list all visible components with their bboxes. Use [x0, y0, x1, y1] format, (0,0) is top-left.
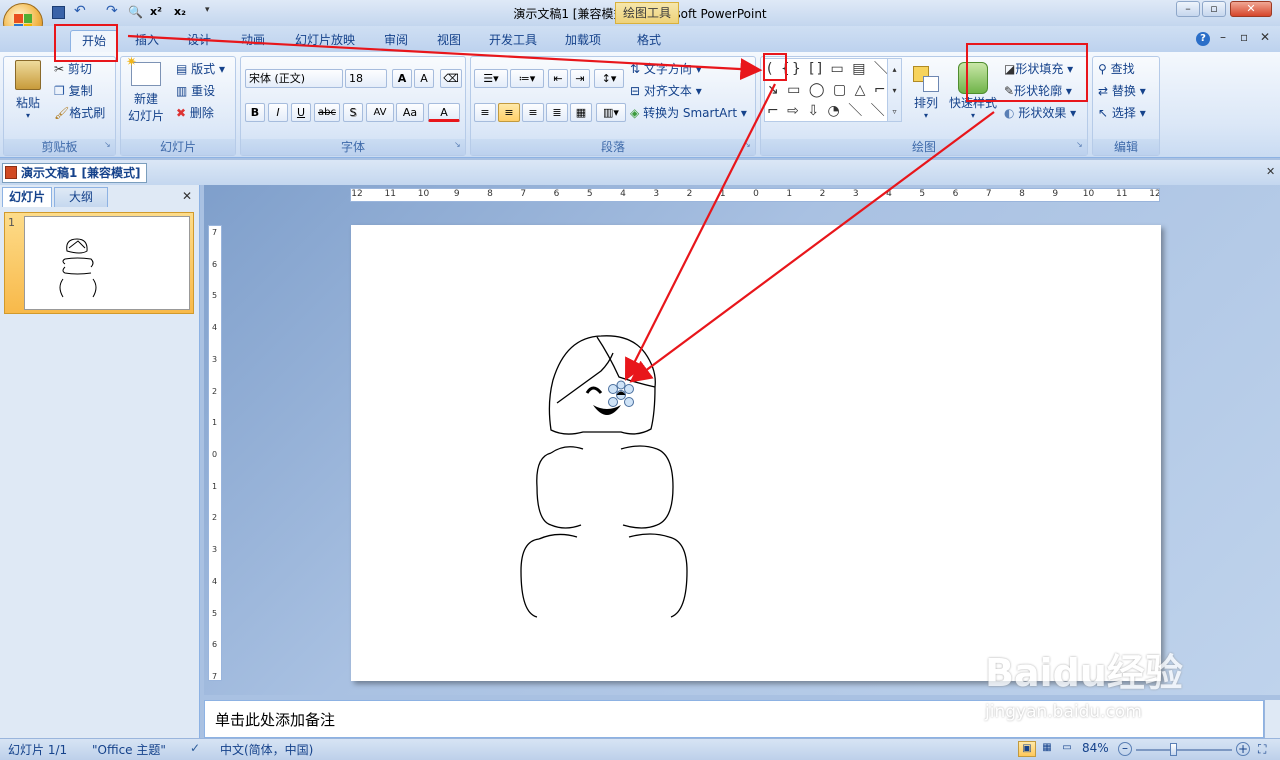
annotation-arrows: [127, 34, 995, 383]
status-theme[interactable]: "Office 主题": [92, 741, 166, 758]
spell-check-icon[interactable]: ✓: [190, 741, 200, 755]
zoom-in-icon[interactable]: +: [1236, 742, 1250, 756]
normal-view-icon[interactable]: ▣: [1018, 741, 1036, 757]
notes-pane[interactable]: 单击此处添加备注: [204, 700, 1264, 738]
arrow-home-to-shape: [127, 34, 763, 81]
status-slide-count: 幻灯片 1/1: [8, 743, 68, 757]
zoom-out-icon[interactable]: –: [1118, 742, 1132, 756]
fit-to-window-icon[interactable]: ⛶: [1258, 742, 1266, 757]
zoom-level[interactable]: 84%: [1082, 741, 1109, 755]
slideshow-view-icon[interactable]: ▭: [1058, 741, 1076, 757]
view-buttons: ▣ ▦ ▭: [1018, 741, 1076, 757]
zoom-slider-thumb[interactable]: [1170, 743, 1177, 756]
vertical-scrollbar[interactable]: [1264, 700, 1280, 738]
arrow-shape-to-face: [625, 83, 776, 381]
zoom-slider[interactable]: [1136, 749, 1232, 751]
sorter-view-icon[interactable]: ▦: [1038, 741, 1056, 757]
arrow-format-to-face: [629, 111, 995, 383]
status-language[interactable]: 中文(简体，中国): [220, 741, 313, 758]
